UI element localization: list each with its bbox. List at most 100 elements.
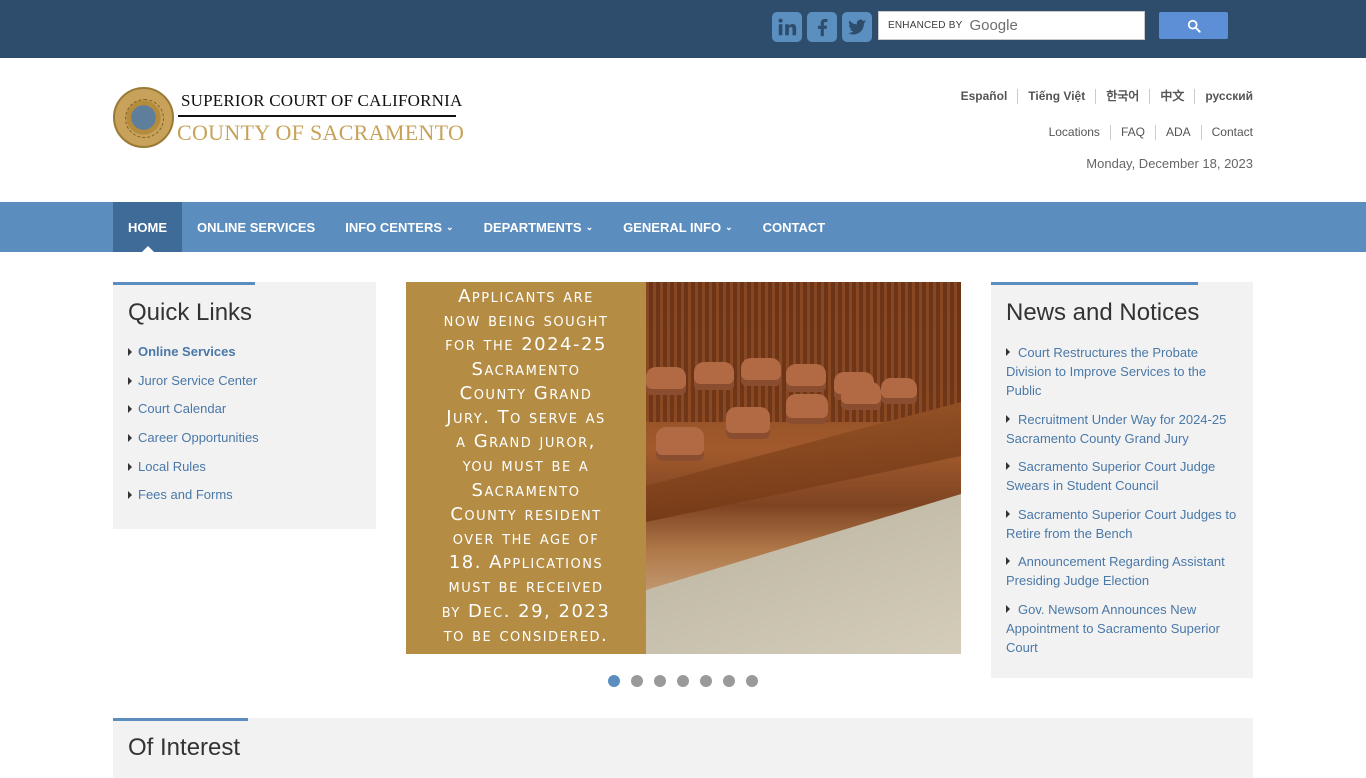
caret-right-icon <box>128 405 132 414</box>
news-panel: News and Notices Court Restructures the … <box>991 282 1253 678</box>
slide-text-line: Sacramento <box>471 358 581 380</box>
title-divider <box>178 115 456 117</box>
caret-right-icon <box>1006 557 1010 565</box>
slide-text-line: by Dec. 29, 2023 <box>441 600 611 622</box>
site-search-input[interactable]: ENHANCED BY Google <box>878 11 1145 40</box>
main-nav: HOME ONLINE SERVICES INFO CENTERS ⌄ DEPAR… <box>0 202 1366 252</box>
search-button[interactable] <box>1159 12 1228 39</box>
lang-vietnamese[interactable]: Tiếng Việt <box>1017 89 1095 104</box>
quick-link-label: Fees and Forms <box>138 487 233 503</box>
quick-link-local-rules[interactable]: Local Rules <box>128 459 259 488</box>
chevron-down-icon: ⌄ <box>585 221 594 232</box>
slide-text-line: for the 2024-25 <box>445 334 607 356</box>
nav-general-info-label: GENERAL INFO <box>623 219 722 235</box>
contact-link[interactable]: Contact <box>1200 125 1253 140</box>
faq-link[interactable]: FAQ <box>1109 125 1155 140</box>
facebook-icon[interactable] <box>807 12 837 42</box>
carousel-dot[interactable] <box>700 675 712 687</box>
quick-link-fees-and-forms[interactable]: Fees and Forms <box>128 487 259 516</box>
nav-home[interactable]: HOME <box>113 202 182 252</box>
panel-accent-line <box>991 282 1198 285</box>
slide-text-panel: Applicants are now being sought for the … <box>406 282 646 654</box>
linkedin-icon[interactable] <box>772 12 802 42</box>
slide-text-line: County Grand <box>459 382 593 404</box>
lang-espanol[interactable]: Español <box>951 89 1018 104</box>
nav-contact-label: CONTACT <box>762 219 826 235</box>
chevron-down-icon: ⌄ <box>446 221 454 232</box>
slide-text-line: to be considered. <box>443 624 609 646</box>
slide-text-line: a Grand juror, <box>456 431 596 453</box>
carpet-floor <box>646 494 961 654</box>
current-date: Monday, December 18, 2023 <box>1086 156 1253 171</box>
quick-link-label: Online Services <box>138 344 236 359</box>
top-bar: ENHANCED BY Google <box>0 0 1366 58</box>
caret-right-icon <box>128 462 132 471</box>
caret-right-icon <box>1006 509 1010 518</box>
ada-link[interactable]: ADA <box>1154 125 1201 140</box>
carousel-dot[interactable] <box>631 675 643 687</box>
slide-text-line: Jury. To serve as <box>446 407 606 429</box>
news-item[interactable]: Announcement Regarding Assistant Presidi… <box>1006 552 1241 590</box>
caret-right-icon <box>128 348 132 356</box>
search-enhanced-label: ENHANCED BY <box>888 20 963 31</box>
carousel-dot[interactable] <box>746 675 758 687</box>
quick-links-panel: Quick Links Online Services Juror Servic… <box>113 282 376 529</box>
slide-text-line: you must be a <box>462 455 590 477</box>
panel-accent-line <box>113 718 248 721</box>
caret-right-icon <box>1006 414 1010 423</box>
carousel-slide[interactable]: Applicants are now being sought for the … <box>406 282 961 654</box>
news-item[interactable]: Gov. Newsom Announces New Appointment to… <box>1006 600 1241 657</box>
nav-online-services-label: ONLINE SERVICES <box>197 219 316 235</box>
twitter-icon[interactable] <box>842 12 872 42</box>
carousel-dot[interactable] <box>723 675 735 687</box>
carousel-dot[interactable] <box>654 675 666 687</box>
news-item[interactable]: Sacramento Superior Court Judge Swears i… <box>1006 457 1241 495</box>
quick-link-juror-service-center[interactable]: Juror Service Center <box>128 373 259 402</box>
news-item-label: Court Restructures the Probate Division … <box>1006 345 1207 398</box>
google-brand-label: Google <box>969 17 1018 34</box>
nav-info-centers[interactable]: INFO CENTERS ⌄ <box>330 202 468 252</box>
news-item[interactable]: Sacramento Superior Court Judges to Reti… <box>1006 505 1241 543</box>
news-item-label: Sacramento Superior Court Judges to Reti… <box>1006 506 1237 541</box>
quick-link-label: Court Calendar <box>138 401 227 417</box>
nav-home-label: HOME <box>128 219 167 235</box>
quick-link-court-calendar[interactable]: Court Calendar <box>128 401 259 430</box>
quick-link-online-services[interactable]: Online Services <box>128 344 259 373</box>
nav-general-info[interactable]: GENERAL INFO ⌄ <box>608 202 748 252</box>
nav-online-services[interactable]: ONLINE SERVICES <box>182 202 330 252</box>
locations-link[interactable]: Locations <box>1039 125 1110 140</box>
jury-box-photo <box>646 282 961 654</box>
search-icon <box>1187 19 1201 33</box>
utility-links: Locations FAQ ADA Contact <box>1039 125 1253 140</box>
quick-link-label: Local Rules <box>138 458 206 474</box>
lang-russian[interactable]: русский <box>1194 89 1253 104</box>
juror-chair <box>646 367 686 395</box>
court-seal-logo[interactable] <box>113 87 174 148</box>
juror-chair <box>726 407 770 439</box>
juror-chair <box>786 364 826 392</box>
slide-text-line: over the age of <box>452 528 600 550</box>
lang-korean[interactable]: 한국어 <box>1095 89 1149 104</box>
news-item-label: Recruitment Under Way for 2024-25 Sacram… <box>1006 411 1227 446</box>
quick-links-title: Quick Links <box>128 299 253 326</box>
slide-text-line: Applicants are <box>458 286 594 307</box>
news-item[interactable]: Court Restructures the Probate Division … <box>1006 343 1241 400</box>
county-title[interactable]: COUNTY OF SACRAMENTO <box>177 120 464 146</box>
juror-chair <box>741 358 781 386</box>
of-interest-title: Of Interest <box>128 734 241 761</box>
court-title[interactable]: SUPERIOR COURT OF CALIFORNIA <box>181 91 463 111</box>
caret-right-icon <box>128 434 132 443</box>
lang-chinese[interactable]: 中文 <box>1149 89 1194 104</box>
quick-link-career-opportunities[interactable]: Career Opportunities <box>128 430 259 459</box>
panel-accent-line <box>113 282 255 285</box>
carousel-dot[interactable] <box>608 675 620 687</box>
juror-chair <box>786 394 828 424</box>
chevron-down-icon: ⌄ <box>725 221 733 232</box>
nav-contact[interactable]: CONTACT <box>748 202 841 252</box>
of-interest-panel: Of Interest <box>113 718 1253 778</box>
slide-text-line: now being sought <box>443 310 609 332</box>
caret-right-icon <box>128 491 132 500</box>
news-item[interactable]: Recruitment Under Way for 2024-25 Sacram… <box>1006 410 1241 448</box>
nav-departments[interactable]: DEPARTMENTS ⌄ <box>469 202 609 252</box>
carousel-dot[interactable] <box>677 675 689 687</box>
